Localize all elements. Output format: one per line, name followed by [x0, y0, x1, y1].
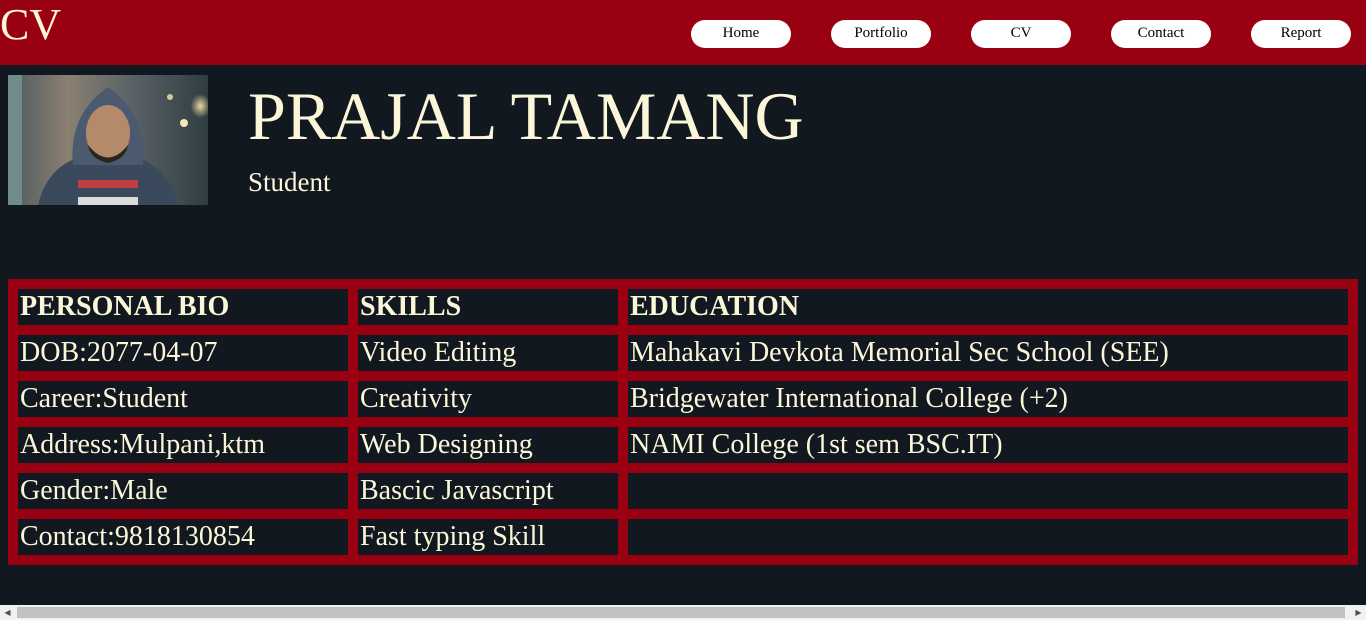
table-cell: NAMI College (1st sem BSC.IT) — [628, 427, 1348, 463]
table-cell: Fast typing Skill — [358, 519, 618, 555]
header-education: EDUCATION — [628, 289, 1348, 325]
table-cell — [628, 519, 1348, 555]
scrollbar-thumb[interactable] — [17, 607, 1345, 618]
table-cell: Web Designing — [358, 427, 618, 463]
nav-report-button[interactable]: Report — [1251, 20, 1351, 48]
horizontal-scrollbar[interactable]: ◀ ▶ — [0, 605, 1366, 620]
header-skills: SKILLS — [358, 289, 618, 325]
profile-role: Student — [248, 167, 331, 197]
profile-photo — [8, 75, 208, 205]
table-row: Contact:9818130854 Fast typing Skill — [18, 519, 1348, 555]
nav-contact-button[interactable]: Contact — [1111, 20, 1211, 48]
table-cell: Bascic Javascript — [358, 473, 618, 509]
table-cell: Bridgewater International College (+2) — [628, 381, 1348, 417]
table-row: Address:Mulpani,ktm Web Designing NAMI C… — [18, 427, 1348, 463]
cv-table: PERSONAL BIO SKILLS EDUCATION DOB:2077-0… — [8, 279, 1358, 565]
table-cell: Video Editing — [358, 335, 618, 371]
scroll-left-icon[interactable]: ◀ — [0, 605, 15, 620]
table-cell: Mahakavi Devkota Memorial Sec School (SE… — [628, 335, 1348, 371]
table-header-row: PERSONAL BIO SKILLS EDUCATION — [18, 289, 1348, 325]
table-cell: Career:Student — [18, 381, 348, 417]
scroll-right-icon[interactable]: ▶ — [1351, 605, 1366, 620]
table-cell: Address:Mulpani,ktm — [18, 427, 348, 463]
table-cell — [628, 473, 1348, 509]
main-nav: Home Portfolio CV Contact Report — [691, 20, 1351, 48]
table-row: Career:Student Creativity Bridgewater In… — [18, 381, 1348, 417]
table-row: Gender:Male Bascic Javascript — [18, 473, 1348, 509]
nav-cv-button[interactable]: CV — [971, 20, 1071, 48]
table-cell: Contact:9818130854 — [18, 519, 348, 555]
table-cell: Gender:Male — [18, 473, 348, 509]
site-logo: CV — [0, 0, 62, 49]
site-header: CV Home Portfolio CV Contact Report — [0, 0, 1366, 65]
table-row: DOB:2077-04-07 Video Editing Mahakavi De… — [18, 335, 1348, 371]
header-personal-bio: PERSONAL BIO — [18, 289, 348, 325]
nav-portfolio-button[interactable]: Portfolio — [831, 20, 931, 48]
table-cell: Creativity — [358, 381, 618, 417]
profile-name: PRAJAL TAMANG — [248, 78, 804, 154]
nav-home-button[interactable]: Home — [691, 20, 791, 48]
table-cell: DOB:2077-04-07 — [18, 335, 348, 371]
